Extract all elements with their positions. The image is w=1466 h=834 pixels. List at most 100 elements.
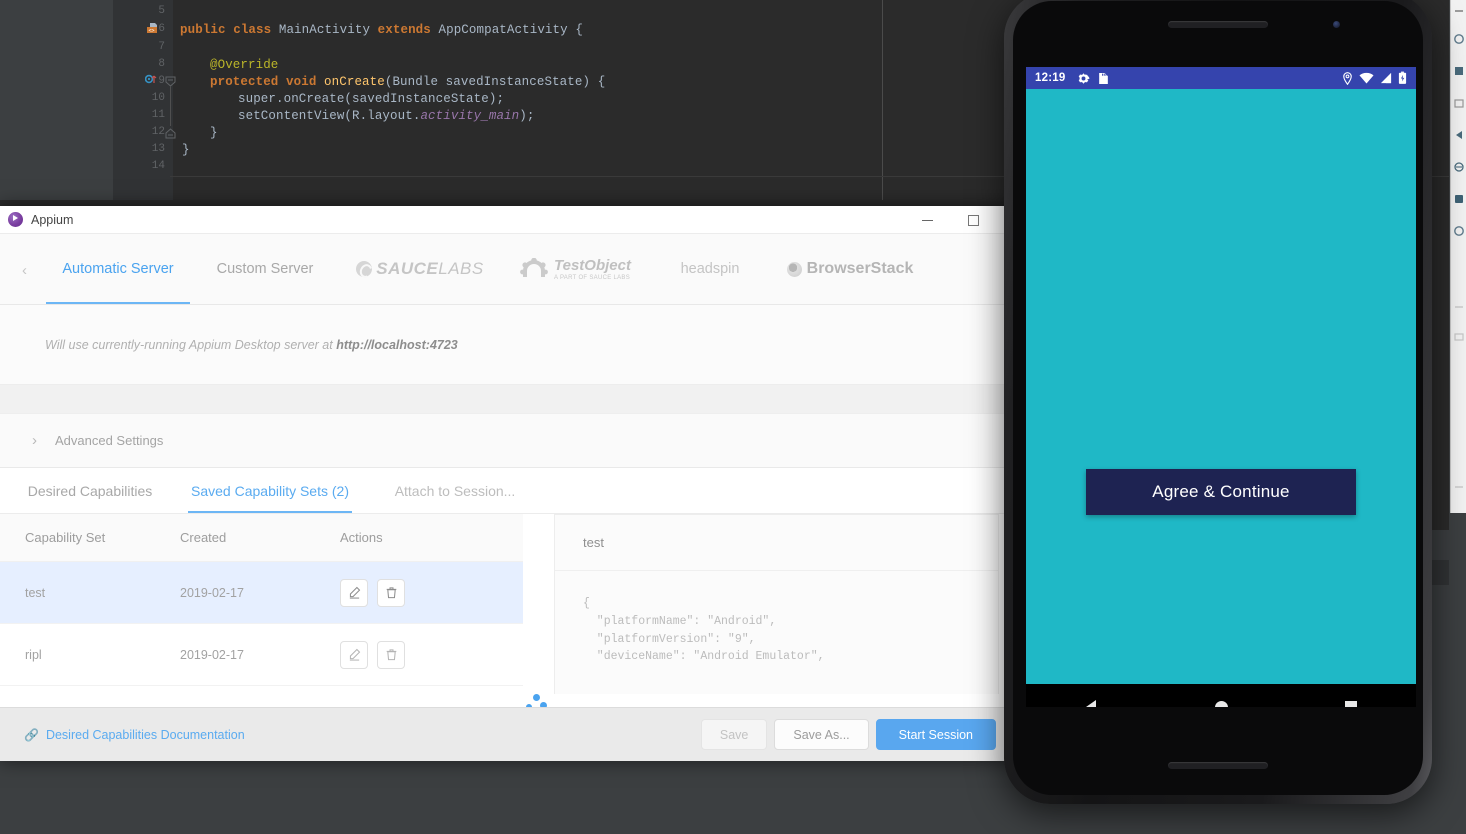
edit-capability-set-button[interactable] (340, 578, 368, 607)
appium-window[interactable]: Appium ‹ Automatic Server Custom Server … (0, 206, 1020, 761)
appium-titlebar: Appium (0, 206, 1020, 234)
sdcard-icon (1098, 72, 1109, 85)
cell-created-date: 2019-02-17 (180, 647, 244, 662)
type-appcompatactivity: AppCompatActivity (438, 23, 568, 37)
desired-capabilities-documentation-link[interactable]: 🔗 Desired Capabilities Documentation (24, 728, 245, 742)
profiler-icon[interactable] (1453, 192, 1465, 204)
maximize-icon (967, 214, 979, 226)
app-content-area: Agree & Continue (1026, 89, 1416, 684)
capability-tabs[interactable]: Desired Capabilities Saved Capability Se… (0, 468, 1020, 514)
appium-footer: 🔗 Desired Capabilities Documentation Sav… (0, 707, 1020, 761)
cell-actions (340, 640, 480, 669)
advanced-settings-label: Advanced Settings (55, 433, 164, 448)
edit-capability-set-button[interactable] (340, 640, 368, 669)
type-mainactivity: MainActivity (278, 23, 371, 37)
testobject-gear-icon (519, 258, 549, 280)
tabs-prev-arrow-icon[interactable]: ‹ (22, 262, 27, 279)
minimize-icon (921, 219, 933, 221)
tab-custom-server[interactable]: Custom Server (190, 234, 340, 304)
misc-tool-icon[interactable] (1453, 300, 1465, 312)
column-header-capability-set: Capability Set (25, 530, 106, 545)
phone-bezel: 12:19 Agree & Continue (1013, 1, 1423, 795)
device-file-explorer-icon[interactable] (1453, 96, 1465, 108)
maximize-button[interactable] (950, 206, 996, 234)
delete-capability-set-button[interactable] (377, 640, 405, 669)
kw-class: class (233, 23, 272, 37)
tab-custom-server-label: Custom Server (216, 261, 314, 277)
json-preview-title: test (583, 535, 604, 550)
oncreate-params: (Bundle savedInstanceState) { (384, 75, 606, 89)
server-info-panel: Will use currently-running Appium Deskto… (0, 305, 1020, 385)
cell-capability-set-name: test (25, 585, 46, 600)
table-row[interactable]: ripl 2019-02-17 (0, 624, 523, 686)
kw-protected: protected (210, 75, 279, 89)
class-marker-icon[interactable]: <> (146, 21, 158, 34)
close-inner-brace: } (210, 126, 218, 140)
testobject-sublabel: A PART OF SAUCE LABS (554, 274, 631, 281)
front-camera (1333, 21, 1340, 28)
tab-attach-to-session[interactable]: Attach to Session... (360, 468, 550, 513)
nav-back-triangle-icon (1086, 700, 1096, 707)
bottom-speaker (1168, 762, 1268, 769)
ide-right-toolbar[interactable] (1450, 0, 1466, 513)
status-bar-left-icons (1077, 72, 1109, 85)
start-session-button[interactable]: Start Session (875, 719, 996, 750)
tab-saved-capability-sets[interactable]: Saved Capability Sets (2) (180, 468, 360, 513)
nav-recents-button[interactable] (1328, 684, 1374, 707)
table-row[interactable]: test 2019-02-17 (0, 562, 523, 624)
nav-home-circle-icon (1214, 700, 1228, 707)
advanced-settings-section[interactable]: › Advanced Settings (0, 413, 1020, 468)
editor-guide-line (882, 0, 883, 200)
cell-actions (340, 578, 480, 607)
line-number: 10 (151, 92, 165, 104)
collapse-all-icon[interactable] (1453, 4, 1465, 16)
super-call: super.onCreate(savedInstanceState); (238, 92, 505, 106)
doc-link-label: Desired Capabilities Documentation (45, 727, 245, 742)
android-emulator-device[interactable]: 12:19 Agree & Continue (1004, 0, 1432, 804)
tab-headspin-label: headspin (680, 261, 740, 277)
close-outer-brace: } (182, 143, 190, 157)
browserstack-label: BrowserStack (806, 260, 914, 277)
delete-capability-set-button[interactable] (377, 578, 405, 607)
tab-automatic-server[interactable]: Automatic Server (46, 234, 190, 304)
line-number: 11 (151, 109, 165, 121)
tab-saved-capability-sets-label: Saved Capability Sets (2) (191, 482, 349, 499)
phone-screen[interactable]: 12:19 Agree & Continue (1026, 67, 1416, 707)
nav-back-button[interactable] (1068, 684, 1114, 707)
tab-attach-to-session-label: Attach to Session... (394, 482, 516, 499)
emulator-icon[interactable] (1453, 128, 1465, 140)
tab-test-object[interactable]: TestObject A PART OF SAUCE LABS (500, 234, 650, 304)
signal-icon (1380, 72, 1392, 84)
gradle-icon[interactable] (1453, 64, 1465, 76)
code-line-9: protected void onCreate(Bundle savedInst… (210, 75, 605, 89)
android-navigation-bar[interactable] (1026, 684, 1416, 707)
tab-browserstack[interactable]: BrowserStack (770, 234, 930, 304)
minimize-button[interactable] (904, 206, 950, 234)
agree-and-continue-button[interactable]: Agree & Continue (1086, 469, 1356, 515)
kw-public: public (180, 23, 226, 37)
sauce-labs-logo: SAUCE LABS (356, 259, 484, 279)
assistant-icon[interactable] (1453, 224, 1465, 236)
save-as-button[interactable]: Save As... (774, 719, 869, 750)
setcontentview-a: setContentView(R.layout. (238, 109, 421, 123)
server-provider-tabs[interactable]: ‹ Automatic Server Custom Server SAUCE L… (0, 234, 1020, 305)
code-line-13: } (182, 143, 190, 157)
tab-sauce-labs[interactable]: SAUCE LABS (340, 234, 500, 304)
capability-sets-table[interactable]: Capability Set Created Actions test 2019… (0, 514, 523, 719)
tab-automatic-server-label: Automatic Server (62, 261, 174, 277)
code-line-10: super.onCreate(savedInstanceState); (238, 92, 504, 106)
nav-home-button[interactable] (1198, 684, 1244, 707)
kw-void: void (286, 75, 317, 89)
brace-open: { (567, 23, 583, 37)
bottom-tool-icon[interactable] (1453, 480, 1465, 492)
capability-sets-content: Capability Set Created Actions test 2019… (0, 514, 1020, 719)
build-variant-icon[interactable] (1453, 32, 1465, 44)
tab-headspin[interactable]: headspin (650, 234, 770, 304)
tab-desired-capabilities[interactable]: Desired Capabilities (0, 468, 180, 513)
earpiece-speaker (1168, 21, 1268, 28)
tool-panel-icon[interactable] (1453, 330, 1465, 342)
line-number: 12 (151, 126, 165, 138)
override-method-marker-icon[interactable] (144, 74, 157, 86)
save-button[interactable]: Save (700, 719, 768, 750)
layout-inspector-icon[interactable] (1453, 160, 1465, 172)
